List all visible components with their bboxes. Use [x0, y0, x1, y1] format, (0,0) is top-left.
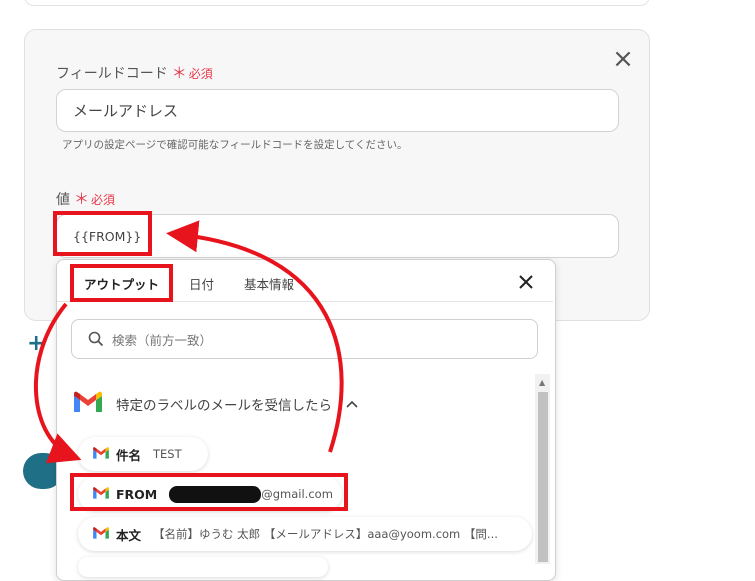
arrow-from-tab [33, 302, 82, 464]
arrow-to-value [166, 220, 344, 453]
annotation-arrows [33, 220, 344, 464]
